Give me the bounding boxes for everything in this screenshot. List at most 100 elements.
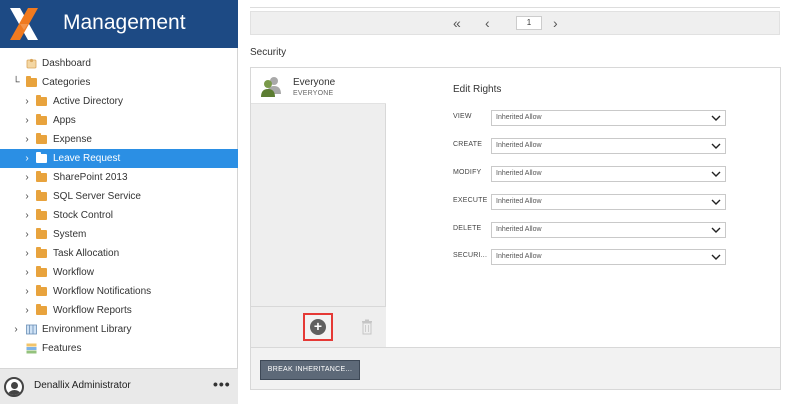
sidebar-item-label: Workflow Reports	[53, 305, 132, 316]
folder-icon	[36, 190, 47, 201]
main-content: « ‹ 1 › Security Everyone EVERYONE + Edi…	[238, 0, 795, 404]
avatar-head	[11, 382, 18, 389]
sidebar-item-label: Apps	[53, 115, 76, 126]
sidebar-item-apps[interactable]: › Apps	[0, 111, 238, 130]
management-app: Management Dashboard └ Categories › Acti…	[0, 0, 795, 404]
chevron-right-icon[interactable]: ›	[22, 111, 32, 130]
avatar[interactable]	[4, 377, 24, 397]
sidebar-item-features[interactable]: Features	[0, 339, 238, 358]
sidebar-item-workflow-reports[interactable]: › Workflow Reports	[0, 301, 238, 320]
more-options-icon[interactable]: •••	[213, 376, 231, 392]
app-title: Management	[63, 11, 186, 34]
sidebar-item-system[interactable]: › System	[0, 225, 238, 244]
sidebar-item-label: System	[53, 229, 87, 240]
select-value: Inherited Allow	[496, 198, 542, 205]
sidebar-item-categories[interactable]: └ Categories	[0, 73, 238, 92]
chevron-right-icon[interactable]: ›	[22, 282, 32, 301]
group-users-icon	[261, 77, 281, 97]
next-page-icon[interactable]: ›	[553, 15, 558, 31]
chevron-right-icon[interactable]: ›	[22, 168, 32, 187]
trash-icon[interactable]	[361, 319, 373, 335]
break-inheritance-button[interactable]: BREAK INHERITANCE...	[260, 360, 360, 380]
sidebar-item-active-directory[interactable]: › Active Directory	[0, 92, 238, 111]
execute-right-select[interactable]: Inherited Allow	[491, 194, 726, 210]
chevron-right-icon[interactable]: ›	[22, 206, 32, 225]
delete-right-select[interactable]: Inherited Allow	[491, 222, 726, 238]
sidebar-item-label: Dashboard	[42, 58, 91, 69]
sidebar: Management Dashboard └ Categories › Acti…	[0, 0, 238, 404]
sidebar-item-environment-library[interactable]: › Environment Library	[0, 320, 238, 339]
features-icon	[26, 343, 37, 354]
right-label: CREATE	[453, 141, 483, 148]
first-page-icon[interactable]: «	[453, 15, 461, 31]
chevron-down-icon	[711, 143, 721, 149]
expanded-icon[interactable]: └	[11, 73, 21, 92]
plus-circle-icon: +	[310, 319, 326, 335]
sidebar-item-stock-control[interactable]: › Stock Control	[0, 206, 238, 225]
page-number-input[interactable]: 1	[516, 16, 542, 30]
right-row-create: CREATE Inherited Allow	[451, 138, 751, 154]
previous-page-icon[interactable]: ‹	[485, 15, 490, 31]
chevron-down-icon	[711, 227, 721, 233]
sidebar-item-label: Leave Request	[53, 153, 121, 164]
edit-rights-title: Edit Rights	[453, 84, 502, 95]
folder-icon	[36, 285, 47, 296]
security-heading: Security	[250, 47, 287, 58]
security-right-select[interactable]: Inherited Allow	[491, 249, 726, 265]
add-principal-button[interactable]: +	[303, 313, 333, 341]
sidebar-item-workflow-notifications[interactable]: › Workflow Notifications	[0, 282, 238, 301]
right-row-delete: DELETE Inherited Allow	[451, 222, 751, 238]
chevron-down-icon	[711, 115, 721, 121]
chevron-right-icon[interactable]: ›	[22, 92, 32, 111]
sidebar-item-task-allocation[interactable]: › Task Allocation	[0, 244, 238, 263]
sidebar-item-label: Workflow Notifications	[53, 286, 152, 297]
right-label: MODIFY	[453, 169, 482, 176]
principal-item-everyone[interactable]: Everyone EVERYONE	[251, 68, 386, 104]
dashboard-icon	[26, 58, 37, 69]
folder-icon	[36, 114, 47, 125]
sidebar-item-label: Stock Control	[53, 210, 114, 221]
chevron-right-icon[interactable]: ›	[22, 225, 32, 244]
sidebar-item-label: Environment Library	[42, 324, 132, 335]
principal-actions: +	[251, 306, 386, 347]
chevron-right-icon[interactable]: ›	[22, 187, 32, 206]
select-value: Inherited Allow	[496, 114, 542, 121]
chevron-down-icon	[711, 254, 721, 260]
sidebar-item-expense[interactable]: › Expense	[0, 130, 238, 149]
sidebar-item-leave-request[interactable]: › Leave Request	[0, 149, 238, 168]
avatar-body	[8, 390, 21, 395]
sidebar-item-dashboard[interactable]: Dashboard	[0, 54, 238, 73]
chevron-right-icon[interactable]: ›	[22, 301, 32, 320]
chevron-right-icon[interactable]: ›	[22, 263, 32, 282]
sidebar-item-label: Expense	[53, 134, 92, 145]
sidebar-item-label: Task Allocation	[53, 248, 120, 259]
folder-icon	[36, 171, 47, 182]
sidebar-item-label: Categories	[42, 77, 91, 88]
right-label: EXECUTE	[453, 197, 488, 204]
right-row-modify: MODIFY Inherited Allow	[451, 166, 751, 182]
sidebar-item-label: Features	[42, 343, 82, 354]
chevron-right-icon[interactable]: ›	[22, 149, 32, 168]
chevron-right-icon[interactable]: ›	[22, 244, 32, 263]
user-name: Denallix Administrator	[34, 380, 131, 391]
right-label: DELETE	[453, 225, 482, 232]
folder-icon	[36, 228, 47, 239]
sidebar-item-sql-server-service[interactable]: › SQL Server Service	[0, 187, 238, 206]
select-value: Inherited Allow	[496, 226, 542, 233]
sidebar-item-label: SharePoint 2013	[53, 172, 128, 183]
right-label: VIEW	[453, 113, 472, 120]
view-right-select[interactable]: Inherited Allow	[491, 110, 726, 126]
create-right-select[interactable]: Inherited Allow	[491, 138, 726, 154]
k2-logo-icon	[10, 8, 38, 40]
sidebar-item-sharepoint-2013[interactable]: › SharePoint 2013	[0, 168, 238, 187]
folder-icon	[36, 266, 47, 277]
chevron-right-icon[interactable]: ›	[22, 130, 32, 149]
user-bar: Denallix Administrator •••	[0, 368, 238, 404]
principal-id: EVERYONE	[293, 90, 334, 97]
principal-name: Everyone	[293, 77, 336, 88]
sidebar-item-workflow[interactable]: › Workflow	[0, 263, 238, 282]
right-row-execute: EXECUTE Inherited Allow	[451, 194, 751, 210]
modify-right-select[interactable]: Inherited Allow	[491, 166, 726, 182]
right-row-view: VIEW Inherited Allow	[451, 110, 751, 126]
chevron-right-icon[interactable]: ›	[11, 320, 21, 339]
